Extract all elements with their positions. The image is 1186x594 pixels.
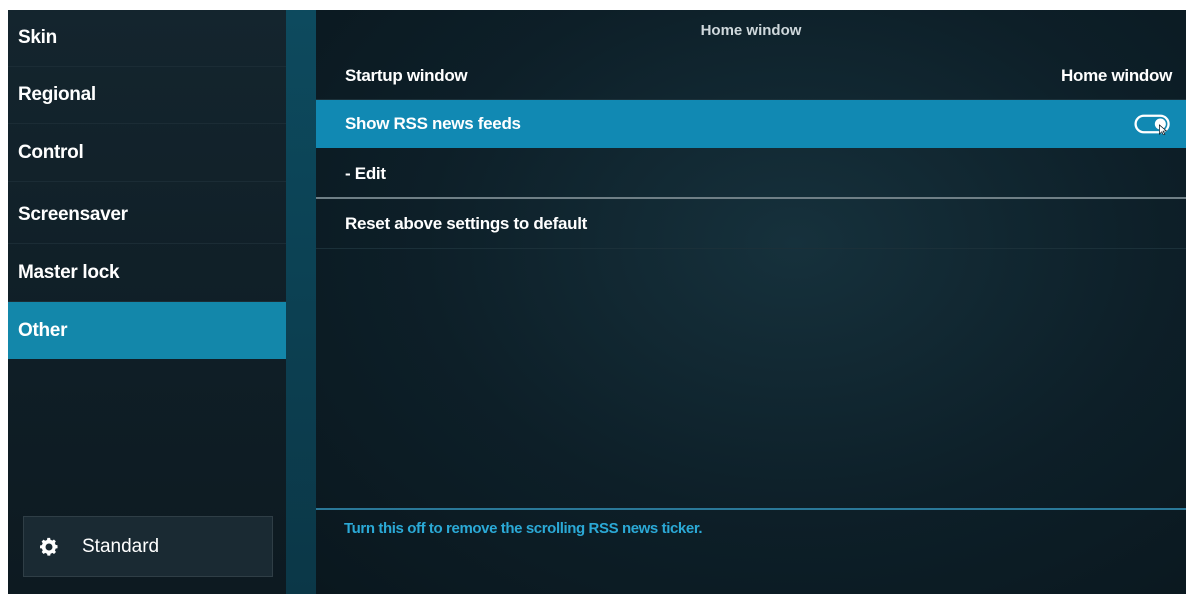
setting-label: - Edit	[345, 164, 386, 183]
row-separator	[316, 248, 1186, 249]
setting-edit-rss[interactable]: - Edit	[316, 150, 1186, 198]
setting-show-rss-news-feeds[interactable]: Show RSS news feeds	[316, 100, 1186, 148]
setting-reset-defaults[interactable]: Reset above settings to default	[316, 200, 1186, 248]
settings-level-button[interactable]: Standard	[23, 516, 273, 577]
gear-icon	[40, 537, 58, 556]
sidebar-item-label: Control	[18, 142, 84, 163]
sidebar-item-label: Regional	[18, 84, 96, 105]
sidebar-item-regional[interactable]: Regional	[8, 67, 286, 124]
sidebar-item-label: Master lock	[18, 262, 120, 283]
category-sidebar: Skin Regional Control Screensaver Master…	[8, 10, 286, 594]
group-separator	[316, 197, 1186, 199]
sidebar-item-screensaver[interactable]: Screensaver	[8, 187, 286, 244]
setting-startup-window[interactable]: Startup window Home window	[316, 52, 1186, 100]
settings-level-label: Standard	[82, 535, 160, 557]
setting-label: Show RSS news feeds	[345, 114, 521, 133]
sidebar-item-other[interactable]: Other	[8, 302, 286, 359]
sidebar-item-skin[interactable]: Skin	[8, 10, 286, 67]
setting-label: Reset above settings to default	[345, 214, 587, 233]
sidebar-item-control[interactable]: Control	[8, 125, 286, 182]
hint-divider	[316, 508, 1186, 510]
setting-value: Home window	[1061, 66, 1172, 85]
sidebar-item-master-lock[interactable]: Master lock	[8, 245, 286, 302]
section-header: Home window	[700, 22, 802, 39]
settings-panel: Home window Startup window Home window S…	[316, 10, 1186, 594]
setting-label: Startup window	[345, 66, 468, 85]
sidebar-item-label: Skin	[18, 27, 57, 48]
sidebar-item-label: Other	[18, 319, 68, 341]
sidebar-item-label: Screensaver	[18, 204, 128, 225]
panel-divider	[286, 10, 316, 594]
toggle-on-icon[interactable]	[1134, 113, 1172, 135]
settings-screen: Skin Regional Control Screensaver Master…	[8, 10, 1186, 594]
setting-description: Turn this off to remove the scrolling RS…	[344, 520, 703, 537]
